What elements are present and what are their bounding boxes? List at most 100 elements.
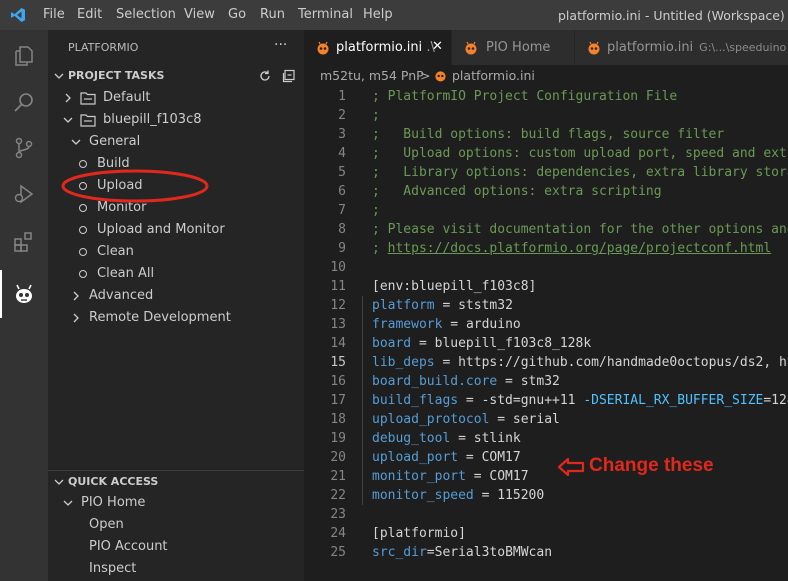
- breadcrumb-file[interactable]: platformio.ini: [452, 68, 535, 83]
- tab-pio-home-label: PIO Home: [486, 40, 551, 55]
- env-bluepill[interactable]: bluepill_f103c8: [48, 109, 304, 131]
- platformio-icon[interactable]: [0, 274, 48, 314]
- menu-help[interactable]: Help: [363, 7, 393, 22]
- line-number: 5: [338, 165, 346, 180]
- code-line: ;: [372, 201, 380, 220]
- task-upload-and-monitor[interactable]: Upload and Monitor: [48, 219, 304, 241]
- breadcrumb: m52tu, m54 PnP > platformio.ini: [304, 65, 788, 87]
- folder-icon: [80, 114, 96, 127]
- menu-go[interactable]: Go: [228, 7, 246, 22]
- config-value: serial: [512, 412, 560, 427]
- menu-view[interactable]: View: [184, 7, 215, 22]
- code-line: [platformio]: [372, 524, 466, 543]
- equals-sign: =: [434, 355, 459, 370]
- code-editor[interactable]: 1 2 3 4 5 6 7 8 9 10 11 12 13 14 15 16 17 18 19 20 21 22 23 24 2…: [304, 87, 788, 581]
- comment-text: ;: [372, 203, 380, 218]
- chevron-right-icon: [65, 93, 71, 103]
- annotation-ellipse: [61, 169, 209, 203]
- pio-home-group[interactable]: PIO Home: [48, 492, 304, 514]
- tab-platformio-ini[interactable]: platformio.ini .\ ✕: [304, 30, 452, 65]
- task-circle-icon: [79, 204, 87, 212]
- collapse-all-icon[interactable]: [282, 69, 296, 83]
- tab-speeduino-label: platformio.ini: [607, 40, 694, 55]
- config-value: stlink: [473, 431, 521, 446]
- task-clean-all[interactable]: Clean All: [48, 263, 304, 285]
- project-tasks-header[interactable]: PROJECT TASKS: [48, 65, 304, 87]
- equals-sign: =: [497, 374, 521, 389]
- refresh-icon[interactable]: [258, 69, 272, 83]
- group-remote-development-label: Remote Development: [89, 310, 231, 325]
- run-debug-icon[interactable]: [0, 174, 48, 214]
- docs-link[interactable]: https://docs.platformio.org/page/project…: [388, 241, 772, 256]
- group-advanced[interactable]: Advanced: [48, 285, 304, 307]
- search-icon[interactable]: [0, 82, 48, 122]
- comment-text: ; Advanced options: extra scripting: [372, 184, 662, 199]
- env-default[interactable]: Default: [48, 87, 304, 109]
- config-key: upload_protocol: [372, 412, 490, 427]
- code-line: framework = arduino: [372, 315, 521, 334]
- close-icon[interactable]: ✕: [432, 39, 443, 54]
- breadcrumb-folder[interactable]: m52tu, m54 PnP: [320, 68, 424, 83]
- code-line: board_build.core = stm32: [372, 372, 560, 391]
- comment-text: ; PlatformIO Project Configuration File: [372, 89, 678, 104]
- explorer-icon[interactable]: [0, 36, 48, 76]
- line-number: 14: [330, 336, 346, 351]
- quick-pio-account-label: PIO Account: [89, 539, 168, 554]
- indent-guide: [362, 296, 363, 505]
- chevron-down-icon: [54, 479, 64, 485]
- code-line: lib_deps = https://github.com/handmade0o…: [372, 353, 788, 372]
- config-key: debug_tool: [372, 431, 451, 446]
- menu-run[interactable]: Run: [260, 7, 285, 22]
- menu-terminal[interactable]: Terminal: [298, 7, 353, 22]
- tab-speeduino-path: G:\...\speeduino: [699, 41, 787, 54]
- group-remote-development[interactable]: Remote Development: [48, 307, 304, 329]
- line-number: 3: [338, 127, 346, 142]
- platformio-file-icon: [588, 41, 600, 55]
- tab-platformio-ini-speeduino[interactable]: platformio.ini G:\...\speeduino: [575, 30, 788, 65]
- line-number: 19: [330, 431, 346, 446]
- code-line: build_flags = -std=gnu++11 -DSERIAL_RX_B…: [372, 391, 788, 410]
- group-general[interactable]: General: [48, 131, 304, 153]
- line-number: 11: [330, 279, 346, 294]
- extensions-icon[interactable]: [0, 222, 48, 262]
- more-actions-icon[interactable]: ···: [274, 37, 287, 53]
- config-key: lib_deps: [372, 355, 435, 370]
- chevron-down-icon: [63, 500, 73, 506]
- source-control-icon[interactable]: [0, 128, 48, 168]
- menu-selection[interactable]: Selection: [116, 7, 176, 22]
- code-text: [env:bluepill_f103c8]: [372, 279, 537, 294]
- line-number: 25: [330, 545, 346, 560]
- line-number: 13: [330, 317, 346, 332]
- code-line: ; Upload options: custom upload port, sp…: [372, 144, 788, 163]
- line-number: 2: [338, 108, 346, 123]
- task-clean-label: Clean: [97, 244, 134, 259]
- quick-open[interactable]: Open: [48, 514, 304, 536]
- project-tasks-label: PROJECT TASKS: [68, 69, 165, 82]
- code-line: platform = ststm32: [372, 296, 513, 315]
- code-line: ;: [372, 106, 380, 125]
- comment-text: ;: [372, 108, 380, 123]
- chevron-right-icon: [73, 291, 79, 301]
- quick-access-header[interactable]: QUICK ACCESS: [48, 471, 304, 493]
- vscode-logo-icon: [11, 8, 25, 22]
- tab-platformio-ini-label: platformio.ini: [336, 40, 423, 55]
- build-flag-define: -DSERIAL_RX_BUFFER_SIZE: [583, 393, 764, 408]
- task-clean[interactable]: Clean: [48, 241, 304, 263]
- code-line: ; Build options: build flags, source fil…: [372, 125, 724, 144]
- tab-pio-home[interactable]: PIO Home: [452, 30, 575, 65]
- quick-inspect[interactable]: Inspect: [48, 558, 304, 580]
- config-key: src_dir: [372, 545, 427, 560]
- chevron-down-icon: [71, 139, 81, 145]
- code-line: ; Please visit documentation for the oth…: [372, 220, 788, 239]
- code-line: [env:bluepill_f103c8]: [372, 277, 536, 296]
- line-number: 6: [338, 184, 346, 199]
- quick-pio-account[interactable]: PIO Account: [48, 536, 304, 558]
- menu-file[interactable]: File: [43, 7, 65, 22]
- line-number: 22: [330, 488, 346, 503]
- equals-sign: =: [411, 336, 435, 351]
- sidebar-title: PLATFORMIO: [68, 41, 139, 54]
- config-value: stm32: [520, 374, 560, 389]
- chevron-down-icon: [63, 117, 73, 123]
- group-advanced-label: Advanced: [89, 288, 154, 303]
- menu-edit[interactable]: Edit: [77, 7, 102, 22]
